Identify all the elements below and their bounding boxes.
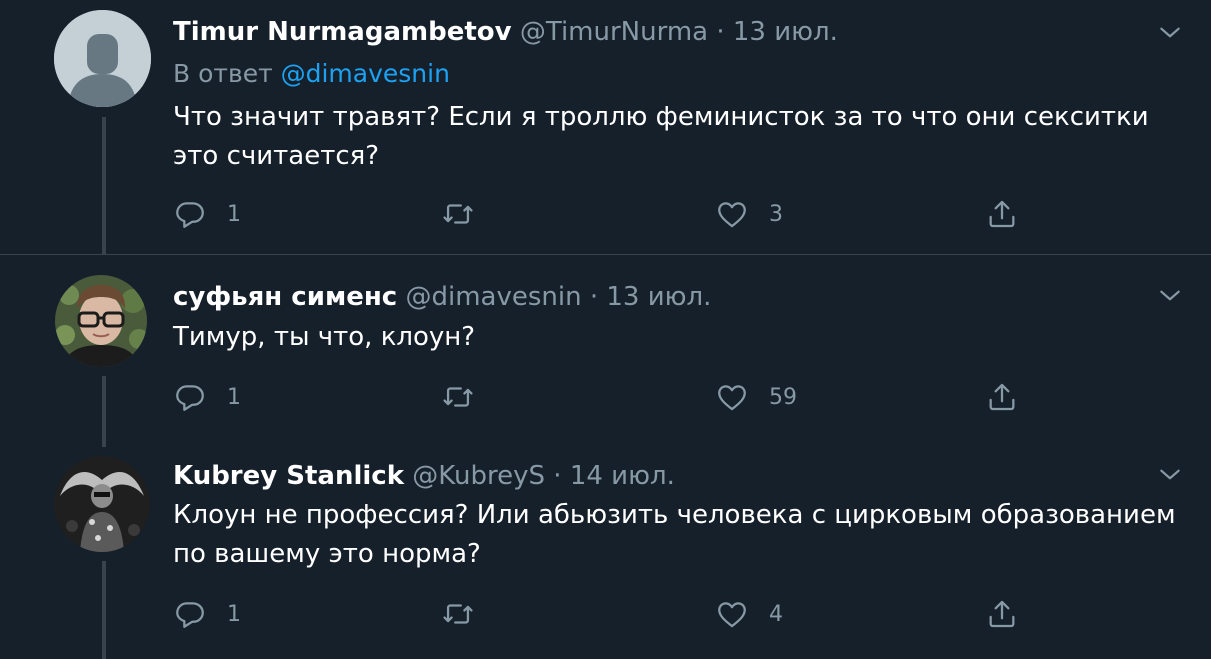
tweet-header: Kubrey Stanlick @KubreyS · 14 июл. (173, 460, 675, 492)
separator: · (553, 461, 562, 491)
reply-count: 1 (227, 601, 241, 627)
reply-button[interactable]: 1 (173, 596, 241, 632)
thread-connector-line (102, 117, 106, 254)
chevron-down-icon[interactable] (1157, 462, 1183, 488)
reply-icon (176, 602, 204, 628)
share-icon (989, 383, 1015, 411)
tweet[interactable]: Kubrey Stanlick @KubreyS · 14 июл. Клоун… (0, 446, 1211, 659)
avatar[interactable] (54, 10, 151, 107)
reply-count: 1 (227, 384, 241, 410)
reply-icon (176, 202, 204, 228)
share-icon (989, 600, 1015, 628)
thread-connector-line (102, 561, 106, 659)
retweet-button[interactable] (441, 379, 475, 415)
author-name[interactable]: суфьян сименс (173, 282, 397, 312)
reply-prefix: В ответ (173, 59, 273, 88)
reply-button[interactable]: 1 (173, 379, 241, 415)
tweet-date[interactable]: 14 июл. (570, 461, 675, 491)
retweet-icon (443, 604, 473, 624)
share-icon (989, 200, 1015, 228)
like-button[interactable]: 3 (715, 196, 783, 232)
like-button[interactable]: 4 (715, 596, 783, 632)
tweet[interactable]: Timur Nurmagambetov @TimurNurma · 13 июл… (0, 0, 1211, 254)
tweet-actions: 1 59 (173, 379, 1033, 415)
reply-button[interactable]: 1 (173, 196, 241, 232)
tweet-date[interactable]: 13 июл. (733, 17, 838, 47)
tweet-text: Тимур, ты что, клоун? (173, 322, 476, 352)
avatar[interactable] (54, 456, 150, 552)
retweet-icon (443, 387, 473, 407)
author-name[interactable]: Kubrey Stanlick (173, 461, 404, 491)
retweet-icon (443, 204, 473, 224)
share-button[interactable] (985, 379, 1019, 415)
chevron-down-icon[interactable] (1157, 283, 1183, 309)
author-handle[interactable]: @KubreyS (412, 461, 545, 491)
heart-icon (718, 385, 746, 411)
tweet-header: Timur Nurmagambetov @TimurNurma · 13 июл… (173, 16, 838, 48)
tweet-actions: 1 4 (173, 596, 1033, 632)
separator: · (716, 17, 725, 47)
tweet-text: Что значит травят? Если я троллю феминис… (173, 102, 1149, 171)
author-name[interactable]: Timur Nurmagambetov (173, 17, 512, 47)
tweet-thread: Timur Nurmagambetov @TimurNurma · 13 июл… (0, 0, 1211, 659)
like-button[interactable]: 59 (715, 379, 797, 415)
thread-connector-line (102, 376, 106, 447)
heart-icon (718, 602, 746, 628)
reply-count: 1 (227, 201, 241, 227)
reply-mention-link[interactable]: @dimavesnin (281, 59, 450, 88)
author-handle[interactable]: @dimavesnin (405, 282, 581, 312)
author-handle[interactable]: @TimurNurma (520, 17, 708, 47)
tweet[interactable]: суфьян сименс @dimavesnin · 13 июл. Тиму… (0, 254, 1211, 447)
avatar[interactable] (55, 275, 147, 367)
retweet-button[interactable] (441, 596, 475, 632)
share-button[interactable] (985, 196, 1019, 232)
separator: · (589, 282, 599, 312)
tweet-text: Клоун не профессия? Или абьюзить человек… (173, 500, 1176, 569)
tweet-actions: 1 3 (173, 196, 1033, 232)
reply-icon (176, 385, 204, 411)
like-count: 4 (769, 601, 783, 627)
share-button[interactable] (985, 596, 1019, 632)
photo-avatar-bw-icon (54, 456, 150, 552)
heart-icon (718, 202, 746, 228)
like-count: 3 (769, 201, 783, 227)
reply-context: В ответ @dimavesnin (173, 59, 450, 88)
tweet-date[interactable]: 13 июл. (606, 282, 711, 312)
photo-avatar-icon (55, 275, 147, 367)
like-count: 59 (769, 384, 797, 410)
tweet-header: суфьян сименс @dimavesnin · 13 июл. (173, 281, 711, 313)
retweet-button[interactable] (441, 196, 475, 232)
chevron-down-icon[interactable] (1157, 20, 1183, 46)
default-avatar-icon (54, 10, 151, 107)
